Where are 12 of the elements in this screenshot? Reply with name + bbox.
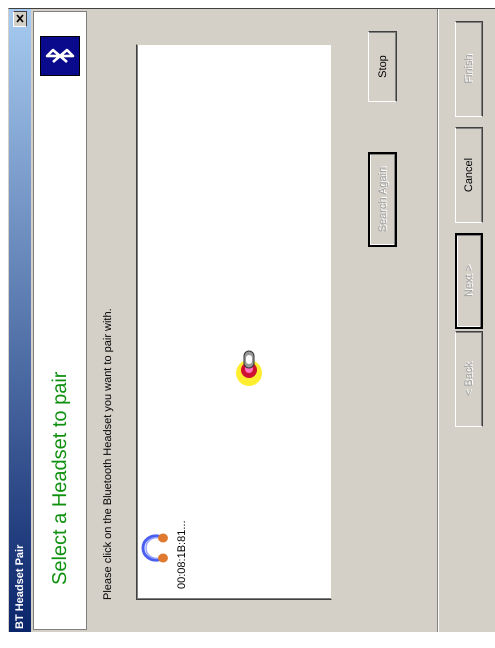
page-title: Select a Headset to pair (48, 372, 72, 585)
instruction-text: Please click on the Bluetooth Headset you want to pair with. (102, 307, 115, 600)
dialog-button[interactable]: Stop (368, 31, 397, 102)
wizard-button[interactable]: Cancel (455, 127, 483, 223)
device-list[interactable]: 00:08:1B:81... (136, 44, 332, 600)
headset-icon (140, 531, 170, 565)
window-title: BT Headset Pair (14, 544, 26, 629)
bluetooth-logo-icon (40, 36, 80, 76)
close-icon (16, 14, 24, 24)
close-button[interactable] (13, 11, 27, 27)
device-label[interactable]: 00:08:1B:81... (176, 520, 188, 589)
searching-device-icon (233, 350, 265, 388)
